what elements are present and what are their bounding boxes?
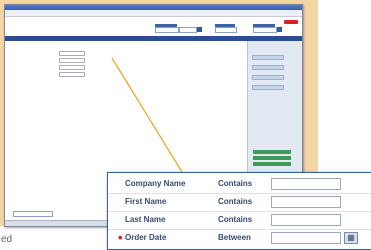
menu-item[interactable] (8, 11, 10, 15)
operator-label: Contains (218, 179, 253, 188)
header-go-button-2[interactable] (277, 27, 282, 32)
menu-bar (5, 10, 302, 17)
panel-field[interactable] (252, 85, 284, 90)
operator-label: Contains (218, 215, 253, 224)
caption-text: ed (1, 234, 13, 245)
company-name-input[interactable] (271, 178, 341, 190)
panel-action-button[interactable] (253, 150, 291, 154)
first-name-input[interactable] (271, 196, 341, 208)
help-button[interactable] (284, 20, 298, 24)
mini-search-form (13, 45, 241, 105)
field-label: Last Name (125, 215, 166, 224)
zoomed-form-callout: Company Name Contains First Name Contain… (107, 172, 371, 250)
field-label: First Name (125, 197, 167, 206)
field-label: Order Date (125, 233, 167, 242)
form-row-last-name: Last Name Contains (108, 211, 371, 230)
form-row-order-date: • Order Date Between ▦ (108, 229, 371, 247)
header-search-field[interactable] (155, 27, 179, 33)
last-name-input[interactable] (271, 214, 341, 226)
panel-field[interactable] (252, 75, 284, 80)
order-date-start-input[interactable] (271, 232, 341, 244)
bottom-input[interactable] (13, 211, 53, 217)
operator-label: Between (218, 233, 251, 242)
app-header (5, 17, 302, 35)
mini-input[interactable] (59, 72, 85, 77)
panel-field[interactable] (252, 65, 284, 70)
mini-input[interactable] (59, 51, 85, 56)
mini-input[interactable] (59, 65, 85, 70)
mini-input[interactable] (59, 58, 85, 63)
header-field-3[interactable] (253, 27, 277, 33)
header-field-2[interactable] (215, 27, 237, 33)
required-marker: • (118, 230, 123, 245)
panel-field[interactable] (252, 55, 284, 60)
form-row-company-name: Company Name Contains (108, 175, 371, 194)
field-label: Company Name (125, 179, 186, 188)
calendar-icon[interactable]: ▦ (344, 232, 358, 244)
form-row-first-name: First Name Contains (108, 193, 371, 212)
operator-label: Contains (218, 197, 253, 206)
header-go-button[interactable] (197, 27, 202, 32)
panel-action-button[interactable] (253, 162, 291, 166)
panel-action-button[interactable] (253, 156, 291, 160)
header-select[interactable] (179, 27, 197, 33)
